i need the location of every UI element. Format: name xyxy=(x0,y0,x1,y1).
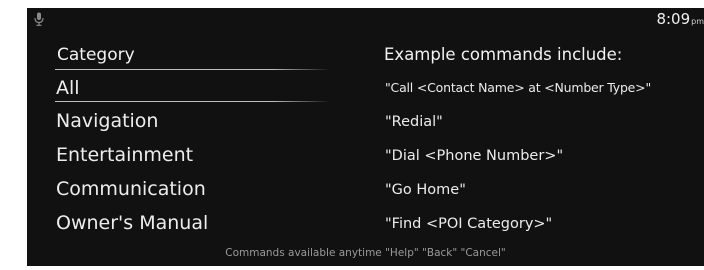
example-command: "Call <Contact Name> at <Number Type>" xyxy=(385,80,651,95)
example-command: "Find <POI Category>" xyxy=(385,216,553,232)
example-command: "Go Home" xyxy=(385,182,466,198)
microphone-icon xyxy=(34,12,44,26)
clock-ampm: pm xyxy=(691,17,704,26)
examples-header: Example commands include: xyxy=(384,45,623,64)
category-header: Category xyxy=(57,45,135,65)
example-command: "Dial <Phone Number>" xyxy=(385,148,564,164)
clock-time: 8:09 xyxy=(656,10,691,28)
example-command: "Redial" xyxy=(385,114,443,130)
category-item-owners-manual[interactable]: Owner's Manual xyxy=(56,209,208,237)
category-item-navigation[interactable]: Navigation xyxy=(56,107,158,135)
selection-divider xyxy=(55,101,327,102)
category-item-entertainment[interactable]: Entertainment xyxy=(56,141,193,169)
footer-hint: Commands available anytime "Help" "Back"… xyxy=(225,247,506,259)
category-item-communication[interactable]: Communication xyxy=(56,175,206,203)
category-item-all[interactable]: All xyxy=(56,74,80,102)
clock: 8:09pm xyxy=(656,9,704,29)
voice-command-screen: 8:09pm Category All Navigation Entertain… xyxy=(27,8,704,266)
category-divider xyxy=(55,69,327,70)
